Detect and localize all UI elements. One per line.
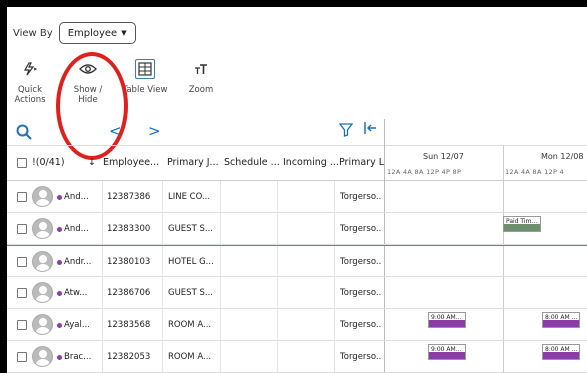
employee-id: 12382053: [107, 352, 151, 362]
view-by-value: Employee: [67, 27, 118, 39]
table-view-button[interactable]: Table View: [119, 59, 171, 95]
avatar: [32, 186, 53, 207]
view-by-select[interactable]: Employee ▼: [58, 22, 136, 44]
calendar-header: Sun 12/07 Mon 12/08 12A 4A 8A 12P 4P 8P …: [385, 145, 587, 181]
table-row[interactable]: Andr... 12380103 HOTEL G... Torgerso...: [7, 245, 587, 278]
avatar: [32, 282, 53, 303]
table-row[interactable]: And... 12387386 LINE CO... Torgerso...: [7, 181, 587, 213]
previous-icon[interactable]: <: [109, 122, 122, 140]
shift-bar: [543, 320, 579, 327]
sort-arrow-icon[interactable]: ↓: [88, 157, 96, 168]
app-window: View By Employee ▼ Quick Actions Show / …: [7, 7, 587, 373]
employee-name[interactable]: Ayal...: [64, 320, 100, 330]
zoom-button[interactable]: Zoom: [181, 59, 221, 95]
next-icon[interactable]: >: [148, 122, 161, 140]
row-checkbox[interactable]: [17, 224, 27, 234]
avatar: [32, 218, 53, 239]
avatar: [32, 314, 53, 335]
row-checkbox[interactable]: [17, 320, 27, 330]
primary-location: Torgerso...: [340, 192, 382, 202]
employee-id: 12387386: [107, 192, 151, 202]
row-checkbox[interactable]: [17, 192, 27, 202]
lightning-icon: [7, 59, 53, 79]
filter-icon[interactable]: [338, 123, 354, 141]
collapse-panel-icon[interactable]: [364, 122, 377, 138]
primary-location: Torgerso...: [340, 288, 382, 298]
row-checkbox[interactable]: [17, 352, 27, 362]
quick-actions-button[interactable]: Quick Actions: [7, 59, 53, 105]
day-label-sun: Sun 12/07: [423, 152, 464, 161]
table-row[interactable]: Ayal... 12383568 ROOM A... Torgerso... 9…: [7, 309, 587, 341]
status-dot: [57, 260, 62, 265]
shift-block[interactable]: 8:00 AM ...: [542, 312, 580, 328]
primary-job: LINE CO...: [168, 192, 211, 202]
schedule-column-header[interactable]: Schedule ...: [224, 157, 280, 168]
employee-name[interactable]: And...: [64, 192, 100, 202]
shift-block[interactable]: 9:00 AM...: [428, 344, 466, 360]
table-row[interactable]: Brac... 12382053 ROOM A... Torgerso... 9…: [7, 341, 587, 373]
shift-bar: [429, 320, 465, 327]
status-dot: [57, 291, 62, 296]
avatar: [32, 346, 53, 367]
status-dot: [57, 195, 62, 200]
shift-bar: [543, 352, 579, 359]
primary-job-column-header[interactable]: Primary J...: [167, 157, 223, 168]
paid-time-off-block[interactable]: Paid Tim...: [503, 216, 541, 232]
primary-job: ROOM A...: [168, 320, 212, 330]
primary-job: GUEST S...: [168, 224, 213, 234]
shift-bar: [504, 224, 540, 231]
primary-location: Torgerso...: [340, 320, 382, 330]
status-dot: [57, 355, 62, 360]
text-size-icon: [181, 59, 221, 79]
search-icon[interactable]: [16, 124, 32, 144]
shift-bar: [429, 352, 465, 359]
primary-location-column-header[interactable]: Primary L...: [339, 157, 384, 168]
status-dot: [57, 227, 62, 232]
hour-labels-mon: 12A 4A 8A 12P 4: [505, 168, 564, 176]
navigation-row: < >: [7, 119, 587, 145]
avatar: [32, 251, 53, 272]
select-all-checkbox[interactable]: [17, 158, 27, 168]
employee-column-header[interactable]: Employee...: [103, 157, 163, 168]
primary-job: ROOM A...: [168, 352, 212, 362]
employee-id: 12380103: [107, 257, 151, 267]
incoming-column-header[interactable]: Incoming ...: [283, 157, 339, 168]
hour-labels-sun: 12A 4A 8A 12P 4P 8P: [387, 168, 462, 176]
view-by-label: View By: [13, 27, 53, 39]
primary-location: Torgerso...: [340, 257, 382, 267]
employee-id: 12383568: [107, 320, 151, 330]
employee-name[interactable]: Brac...: [64, 352, 100, 362]
shift-block[interactable]: 8:00 AM ...: [542, 344, 580, 360]
primary-location: Torgerso...: [340, 352, 382, 362]
count-header: !(0/41): [32, 157, 65, 168]
row-checkbox[interactable]: [17, 288, 27, 298]
employee-name[interactable]: Andr...: [64, 257, 100, 267]
primary-job: GUEST S...: [168, 288, 213, 298]
view-by-control: View By Employee ▼: [13, 21, 136, 45]
day-label-mon: Mon 12/08: [541, 152, 584, 161]
quick-actions-label: Quick Actions: [14, 85, 46, 105]
dropdown-caret-icon: ▼: [121, 29, 127, 37]
primary-location: Torgerso...: [340, 224, 382, 234]
row-checkbox[interactable]: [17, 257, 27, 267]
zoom-label: Zoom: [188, 85, 214, 95]
table-icon: [135, 59, 155, 79]
table-row[interactable]: And... 12383300 GUEST S... Torgerso... P…: [7, 213, 587, 245]
employee-name[interactable]: And...: [64, 224, 100, 234]
table-header: !(0/41) ↓ Employee... Primary J... Sched…: [7, 145, 384, 181]
table-row[interactable]: Atw... 12386706 GUEST S... Torgerso...: [7, 277, 587, 309]
employee-name[interactable]: Atw...: [64, 288, 100, 298]
shift-block[interactable]: 9:00 AM...: [428, 312, 466, 328]
employee-id: 12386706: [107, 288, 151, 298]
employee-id: 12383300: [107, 224, 151, 234]
status-dot: [57, 323, 62, 328]
primary-job: HOTEL G...: [168, 257, 214, 267]
